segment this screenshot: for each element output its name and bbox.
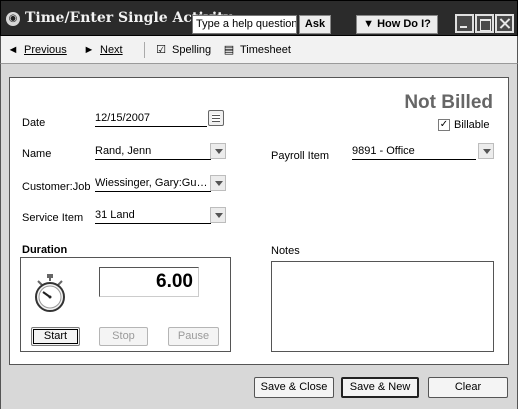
dropdown-triangle-icon: ▼ <box>363 18 378 30</box>
help-search-input[interactable]: Type a help question <box>192 15 297 34</box>
how-do-i-button[interactable]: ▼ How Do I? <box>356 15 438 34</box>
previous-icon: ◄ <box>7 44 19 56</box>
duration-heading: Duration <box>22 244 68 256</box>
pause-timer-button[interactable]: Pause <box>168 327 219 346</box>
timesheet-label: Timesheet <box>240 44 291 56</box>
timesheet-icon: ▤ <box>223 44 235 56</box>
minimize-button[interactable] <box>455 14 474 33</box>
calendar-icon[interactable] <box>208 110 224 126</box>
service-item-dropdown-icon[interactable] <box>210 207 226 223</box>
next-label: Next <box>100 44 123 56</box>
spelling-check-icon: ☑ <box>156 44 166 56</box>
customer-job-field[interactable]: Wiessinger, Gary:Gu… <box>95 175 211 192</box>
date-label: Date <box>22 117 46 129</box>
customer-job-label: Customer:Job <box>22 181 91 193</box>
next-button[interactable]: ► Next <box>81 42 123 58</box>
stop-timer-button[interactable]: Stop <box>99 327 148 346</box>
title-bar: ◉ Time/Enter Single Activity Type a help… <box>0 0 518 36</box>
previous-button[interactable]: ◄ Previous <box>5 42 67 58</box>
save-and-close-button[interactable]: Save & Close <box>254 377 334 398</box>
clear-button[interactable]: Clear <box>428 377 508 398</box>
notes-textarea[interactable] <box>271 261 494 352</box>
spelling-button[interactable]: ☑ Spelling <box>153 42 211 58</box>
billing-status: Not Billed <box>404 92 493 113</box>
duration-hours-input[interactable]: 6.00 <box>99 267 199 297</box>
toolbar: ◄ Previous ► Next ☑ Spelling ▤ Timesheet <box>0 36 518 64</box>
payroll-item-label: Payroll Item <box>271 150 330 162</box>
name-field[interactable]: Rand, Jenn <box>95 143 211 160</box>
maximize-button[interactable] <box>475 14 494 33</box>
toolbar-divider <box>144 42 145 58</box>
payroll-item-field[interactable]: 9891 - Office <box>352 143 476 160</box>
service-item-field[interactable]: 31 Land <box>95 207 211 224</box>
start-timer-button[interactable]: Start <box>31 327 80 346</box>
close-button[interactable] <box>495 14 514 33</box>
spelling-label: Spelling <box>172 44 212 56</box>
payroll-item-dropdown-icon[interactable] <box>478 143 494 159</box>
save-and-new-button[interactable]: Save & New <box>341 377 419 398</box>
stopwatch-icon <box>35 274 65 312</box>
name-label: Name <box>22 148 52 160</box>
billable-label: Billable <box>454 119 490 131</box>
date-field[interactable]: 12/15/2007 <box>95 110 207 127</box>
next-icon: ► <box>83 44 95 56</box>
notes-label: Notes <box>271 245 300 257</box>
how-do-i-label: How Do I? <box>377 18 431 30</box>
name-dropdown-icon[interactable] <box>210 143 226 159</box>
billable-check-icon: ✓ <box>438 119 450 131</box>
app-icon: ◉ <box>6 12 20 26</box>
previous-label: Previous <box>24 44 67 56</box>
ask-button[interactable]: Ask <box>299 15 331 34</box>
timesheet-button[interactable]: ▤ Timesheet <box>221 42 291 58</box>
billable-checkbox[interactable]: ✓ Billable <box>438 119 489 131</box>
service-item-label: Service Item <box>22 212 84 224</box>
customer-job-dropdown-icon[interactable] <box>210 175 226 191</box>
